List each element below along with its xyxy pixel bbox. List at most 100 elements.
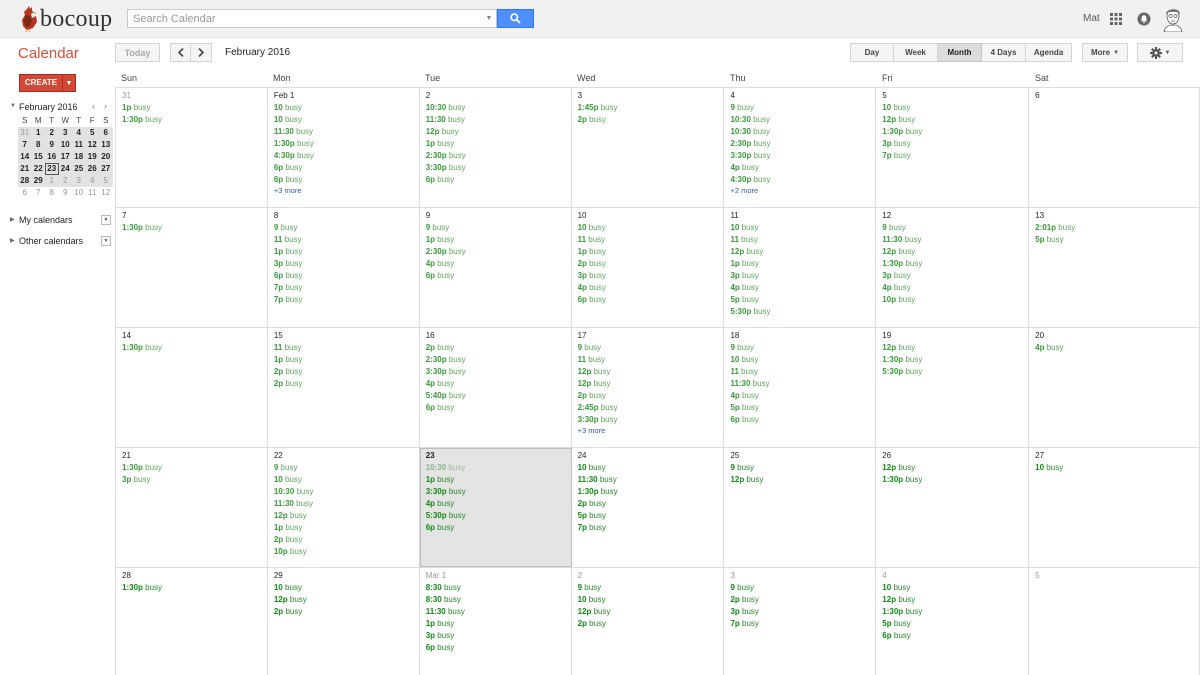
day-number[interactable]: 16 xyxy=(426,330,571,342)
view-tab-agenda[interactable]: Agenda xyxy=(1026,43,1072,62)
create-button[interactable]: CREATE ▼ xyxy=(19,74,76,92)
calendar-event[interactable]: 6p busy xyxy=(578,294,724,306)
day-number[interactable]: 27 xyxy=(1035,450,1199,462)
calendar-event[interactable]: 3:30p busy xyxy=(426,162,571,174)
mini-day[interactable]: 10 xyxy=(72,187,86,199)
day-cell[interactable]: 7 1:30p busy xyxy=(116,208,268,327)
day-cell[interactable]: Mar 1 8:30 busy 8:30 busy 11:30 busy 1p busy… xyxy=(420,568,572,675)
calendar-event[interactable]: 6p busy xyxy=(274,270,419,282)
calendar-event[interactable]: 10 busy xyxy=(730,222,875,234)
calendar-event[interactable]: 6p busy xyxy=(426,522,571,534)
day-cell[interactable]: 4 10 busy 12p busy 1:30p busy 5p busy 6p busy xyxy=(876,568,1030,675)
calendar-event[interactable]: 1:30p busy xyxy=(882,474,1028,486)
calendar-event[interactable]: 2p busy xyxy=(274,606,419,618)
mini-day[interactable]: 9 xyxy=(45,139,59,151)
mini-day[interactable]: 3 xyxy=(58,127,72,139)
calendar-event[interactable]: 1p busy xyxy=(578,246,724,258)
calendar-event[interactable]: 8:30 busy xyxy=(426,582,571,594)
calendar-event[interactable]: 12p busy xyxy=(274,510,419,522)
day-number[interactable]: 4 xyxy=(730,90,875,102)
calendar-event[interactable]: 12p busy xyxy=(730,474,875,486)
calendar-event[interactable]: 11 busy xyxy=(274,342,419,354)
calendar-event[interactable]: 2p busy xyxy=(426,342,571,354)
mini-day[interactable]: 12 xyxy=(99,187,113,199)
calendar-event[interactable]: 3p busy xyxy=(882,270,1028,282)
calendar-event[interactable]: 10 busy xyxy=(578,462,724,474)
calendar-event[interactable]: 10 busy xyxy=(274,114,419,126)
mini-day[interactable]: 8 xyxy=(31,139,45,151)
calendar-event[interactable]: 6p busy xyxy=(274,174,419,186)
day-number[interactable]: 26 xyxy=(882,450,1028,462)
calendar-event[interactable]: 1:30p busy xyxy=(578,486,724,498)
day-cell[interactable]: 22 9 busy 10 busy 10:30 busy 11:30 busy 12p b… xyxy=(268,448,420,567)
calendar-event[interactable]: 9 busy xyxy=(578,582,724,594)
day-cell[interactable]: 25 9 busy 12p busy xyxy=(724,448,877,567)
brand-logo[interactable]: bocoup xyxy=(18,5,112,33)
calendar-event[interactable]: 11 busy xyxy=(578,354,724,366)
more-button[interactable]: More ▼ xyxy=(1082,43,1128,62)
today-button[interactable]: Today xyxy=(115,43,160,62)
day-cell[interactable]: 15 11 busy 1p busy 2p busy 2p busy xyxy=(268,328,420,447)
calendar-event[interactable]: 4p busy xyxy=(426,498,571,510)
my-calendars-dropdown-icon[interactable]: ▼ xyxy=(101,215,111,225)
calendar-event[interactable]: 1p busy xyxy=(426,618,571,630)
calendar-event[interactable]: 9 busy xyxy=(730,462,875,474)
calendar-event[interactable]: 1:30p busy xyxy=(122,582,267,594)
day-cell[interactable]: 26 12p busy 1:30p busy xyxy=(876,448,1030,567)
calendar-event[interactable]: 3p busy xyxy=(730,270,875,282)
calendar-event[interactable]: 2:45p busy xyxy=(578,402,724,414)
day-cell[interactable]: 29 busy 10 busy 12p busy 2p busy xyxy=(572,568,725,675)
calendar-event[interactable]: 9 busy xyxy=(730,582,875,594)
calendar-event[interactable]: 10:30 busy xyxy=(274,486,419,498)
calendar-event[interactable]: 5:30p busy xyxy=(882,366,1028,378)
calendar-event[interactable]: 3p busy xyxy=(274,258,419,270)
calendar-event[interactable]: 3p busy xyxy=(578,270,724,282)
calendar-event[interactable]: 3p busy xyxy=(882,138,1028,150)
mini-day[interactable]: 14 xyxy=(18,151,32,163)
calendar-event[interactable]: 11:30 busy xyxy=(274,126,419,138)
mini-day[interactable]: 5 xyxy=(85,127,99,139)
view-tab-week[interactable]: Week xyxy=(894,43,938,62)
calendar-event[interactable]: 1:45p busy xyxy=(578,102,724,114)
next-period-button[interactable] xyxy=(191,43,212,62)
calendar-event[interactable]: 10 busy xyxy=(1035,462,1199,474)
calendar-event[interactable]: 12p busy xyxy=(882,342,1028,354)
more-events-link[interactable]: +2 more xyxy=(730,186,875,196)
day-number[interactable]: 10 xyxy=(578,210,724,222)
calendar-event[interactable]: 2p busy xyxy=(274,366,419,378)
day-number[interactable]: 22 xyxy=(274,450,419,462)
mini-day[interactable]: 21 xyxy=(18,163,32,175)
calendar-event[interactable]: 1p busy xyxy=(426,234,571,246)
calendar-event[interactable]: 11 busy xyxy=(274,234,419,246)
calendar-event[interactable]: 7p busy xyxy=(274,294,419,306)
day-cell[interactable]: 31 1p busy 1:30p busy xyxy=(116,88,268,207)
calendar-event[interactable]: 6p busy xyxy=(426,642,571,654)
mini-day[interactable]: 5 xyxy=(99,175,113,187)
mini-day[interactable]: 27 xyxy=(99,163,113,175)
app-title[interactable]: Calendar xyxy=(18,45,79,62)
calendar-event[interactable]: 2p busy xyxy=(274,534,419,546)
apps-grid-icon[interactable] xyxy=(1110,13,1122,25)
calendar-event[interactable]: 10 busy xyxy=(730,354,875,366)
settings-button[interactable]: ▼ xyxy=(1137,43,1183,62)
mini-day[interactable]: 15 xyxy=(31,151,45,163)
calendar-event[interactable]: 11 busy xyxy=(730,366,875,378)
mini-day[interactable]: 16 xyxy=(45,151,59,163)
calendar-event[interactable]: 12p busy xyxy=(882,246,1028,258)
other-calendars-section[interactable]: ▶ Other calendars ▼ xyxy=(10,236,112,248)
calendar-event[interactable]: 3:30p busy xyxy=(426,486,571,498)
calendar-event[interactable]: 10:30 busy xyxy=(426,102,571,114)
day-number[interactable]: 9 xyxy=(426,210,571,222)
day-number[interactable]: 2 xyxy=(426,90,571,102)
mini-day[interactable]: 31 xyxy=(18,127,32,139)
search-input[interactable] xyxy=(128,10,482,27)
calendar-event[interactable]: 1p busy xyxy=(274,246,419,258)
day-cell[interactable]: 6 xyxy=(1029,88,1200,207)
day-number[interactable]: 2 xyxy=(578,570,724,582)
day-number[interactable]: 20 xyxy=(1035,330,1199,342)
calendar-event[interactable]: 7p busy xyxy=(730,618,875,630)
mini-day[interactable]: 22 xyxy=(31,163,45,175)
calendar-event[interactable]: 12p busy xyxy=(882,462,1028,474)
mini-day[interactable]: 12 xyxy=(85,139,99,151)
calendar-event[interactable]: 1p busy xyxy=(426,138,571,150)
